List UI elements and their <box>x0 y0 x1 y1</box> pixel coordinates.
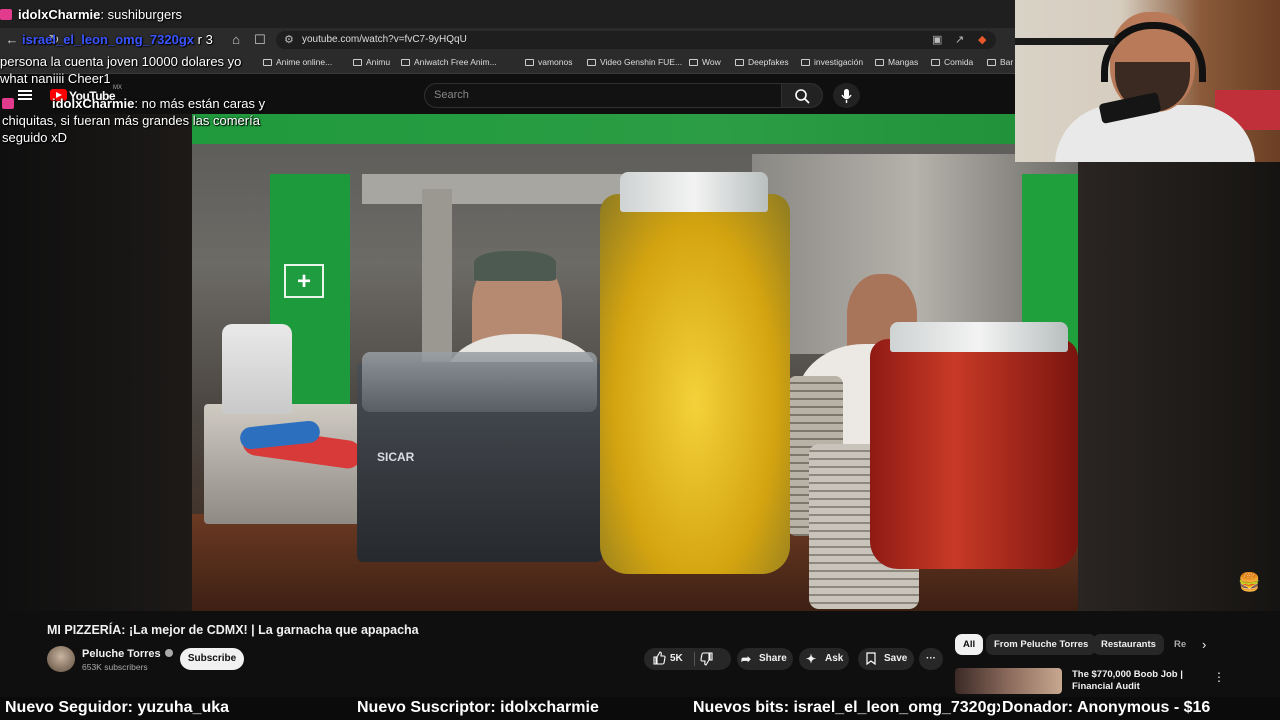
chevron-right-icon[interactable]: › <box>1202 637 1206 652</box>
chip-partial[interactable]: Re <box>1166 634 1192 655</box>
channel-watermark-icon[interactable]: 🍔 <box>1238 572 1260 593</box>
salsa-jar-lid <box>890 322 1068 352</box>
video-player[interactable]: SICAR <box>192 114 1078 611</box>
cap <box>474 251 556 281</box>
recommendation-thumbnail[interactable] <box>955 668 1062 694</box>
chip-all[interactable]: All <box>955 634 984 655</box>
green-ceiling <box>192 114 1078 144</box>
chat-message: idolxCharmie: no más están caras y chiqu… <box>2 96 266 145</box>
bookmark-item[interactable]: Comida <box>931 57 973 67</box>
search-icon <box>795 89 810 104</box>
like-count: 5K <box>670 653 683 664</box>
chat-message: israel_el_leon_omg_7320gx r 3 <box>22 32 213 47</box>
url-text: youtube.com/watch?v=fvC7-9yHQqU <box>302 34 467 45</box>
folder-icon <box>801 59 810 66</box>
share-button[interactable]: ➦ Share <box>737 648 793 670</box>
search-button[interactable] <box>781 83 823 108</box>
site-icon <box>353 59 362 66</box>
thumbs-up-icon <box>653 651 666 665</box>
more-icon: ··· <box>926 653 936 664</box>
dislike-button[interactable] <box>700 648 714 670</box>
back-icon[interactable]: ← <box>4 32 20 48</box>
microphone-icon <box>841 89 852 103</box>
ambient-left <box>0 114 192 611</box>
save-icon <box>866 648 876 670</box>
chat-badge-icon <box>0 9 12 20</box>
channel-name[interactable]: Peluche Torres <box>82 648 173 660</box>
pickled-peppers-jar <box>600 194 790 574</box>
like-button[interactable] <box>652 648 666 670</box>
printer-cover <box>362 352 597 412</box>
save-button[interactable]: Save <box>858 648 914 670</box>
chat-badge-icon <box>2 98 14 109</box>
bookmark-item[interactable]: vamonos <box>525 57 573 67</box>
chat-message: what naniiii Cheer1 <box>0 71 111 86</box>
chip-restaurants[interactable]: Restaurants <box>1093 634 1164 655</box>
salsa-jar <box>870 339 1078 569</box>
bookmark-item[interactable]: Bar <box>987 57 1013 67</box>
folder-icon <box>525 59 534 66</box>
ticker-bits: Nuevos bits: israel_el_leon_omg_7320gx -… <box>693 699 1029 716</box>
recommendation-menu-icon[interactable]: ⋮ <box>1213 670 1225 684</box>
bookmark-item[interactable]: Aniwatch Free Anim... <box>401 57 497 67</box>
spray-bottle <box>222 324 292 414</box>
ambient-right <box>1078 114 1280 611</box>
jar-lid <box>620 172 768 212</box>
voice-search-button[interactable] <box>833 83 860 108</box>
subscribe-button[interactable]: Subscribe <box>180 648 244 670</box>
more-actions-button[interactable]: ··· <box>919 648 943 670</box>
like-divider <box>694 652 695 666</box>
verified-icon <box>164 649 173 657</box>
home-icon[interactable]: ⌂ <box>228 32 244 48</box>
subscriber-count: 653K subscribers <box>82 662 148 672</box>
bookmark-item[interactable]: Video Genshin FUE... <box>587 57 682 67</box>
folder-icon <box>689 59 698 66</box>
mic-arm <box>1015 38 1115 45</box>
region-label: MX <box>113 85 122 91</box>
bookmark-item[interactable]: investigación <box>801 57 863 67</box>
bookmark-item[interactable]: Anime online... <box>263 57 332 67</box>
ticker-donor: Donador: Anonymous - $16 <box>1000 699 1211 717</box>
printer-brand: SICAR <box>377 450 415 464</box>
bookmark-item[interactable]: Mangas <box>875 57 918 67</box>
like-dislike-group: 5K <box>644 648 731 670</box>
bookmark-item[interactable]: Animu <box>353 57 390 67</box>
bookmark-item[interactable]: Wow <box>689 57 721 67</box>
share-icon: ➦ <box>741 652 752 666</box>
folder-icon <box>263 59 272 66</box>
folder-icon <box>735 59 744 66</box>
ask-button[interactable]: ✦ Ask <box>799 648 849 670</box>
brave-shield-icon[interactable]: ◆ <box>978 33 986 46</box>
bookmark-icon[interactable]: ☐ <box>252 32 268 48</box>
search-placeholder: Search <box>434 89 469 101</box>
chat-message: idolxCharmie: sushiburgers <box>0 7 182 22</box>
streamer-webcam <box>1015 0 1280 162</box>
ticker-subscriber: Nuevo Suscriptor: idolxcharmie <box>357 699 599 716</box>
ticker-follower: Nuevo Seguidor: yuzuha_uka <box>5 699 230 716</box>
chat-message: persona la cuenta joven 10000 dolares yo <box>0 54 242 69</box>
folder-icon <box>931 59 940 66</box>
cast-icon[interactable]: ▣ <box>932 33 942 46</box>
recommendation-title[interactable]: The $770,000 Boob Job | Financial Audit <box>1072 669 1212 693</box>
shirt <box>1055 105 1255 162</box>
thumbs-down-icon <box>700 652 713 666</box>
video-title: MI PIZZERÍA: ¡La mejor de CDMX! | La gar… <box>47 623 419 637</box>
search-input[interactable] <box>424 83 782 108</box>
folder-icon <box>987 59 996 66</box>
exit-sign-icon <box>284 264 324 298</box>
bookmark-item[interactable]: Deepfakes <box>735 57 789 67</box>
folder-icon <box>875 59 884 66</box>
share-page-icon[interactable]: ↗ <box>955 33 964 46</box>
site-info-icon[interactable]: ⚙ <box>284 33 294 46</box>
channel-avatar[interactable] <box>47 646 75 672</box>
sparkle-icon: ✦ <box>806 652 817 666</box>
chip-from-channel[interactable]: From Peluche Torres <box>986 634 1097 655</box>
site-icon <box>401 59 410 66</box>
folder-icon <box>587 59 596 66</box>
